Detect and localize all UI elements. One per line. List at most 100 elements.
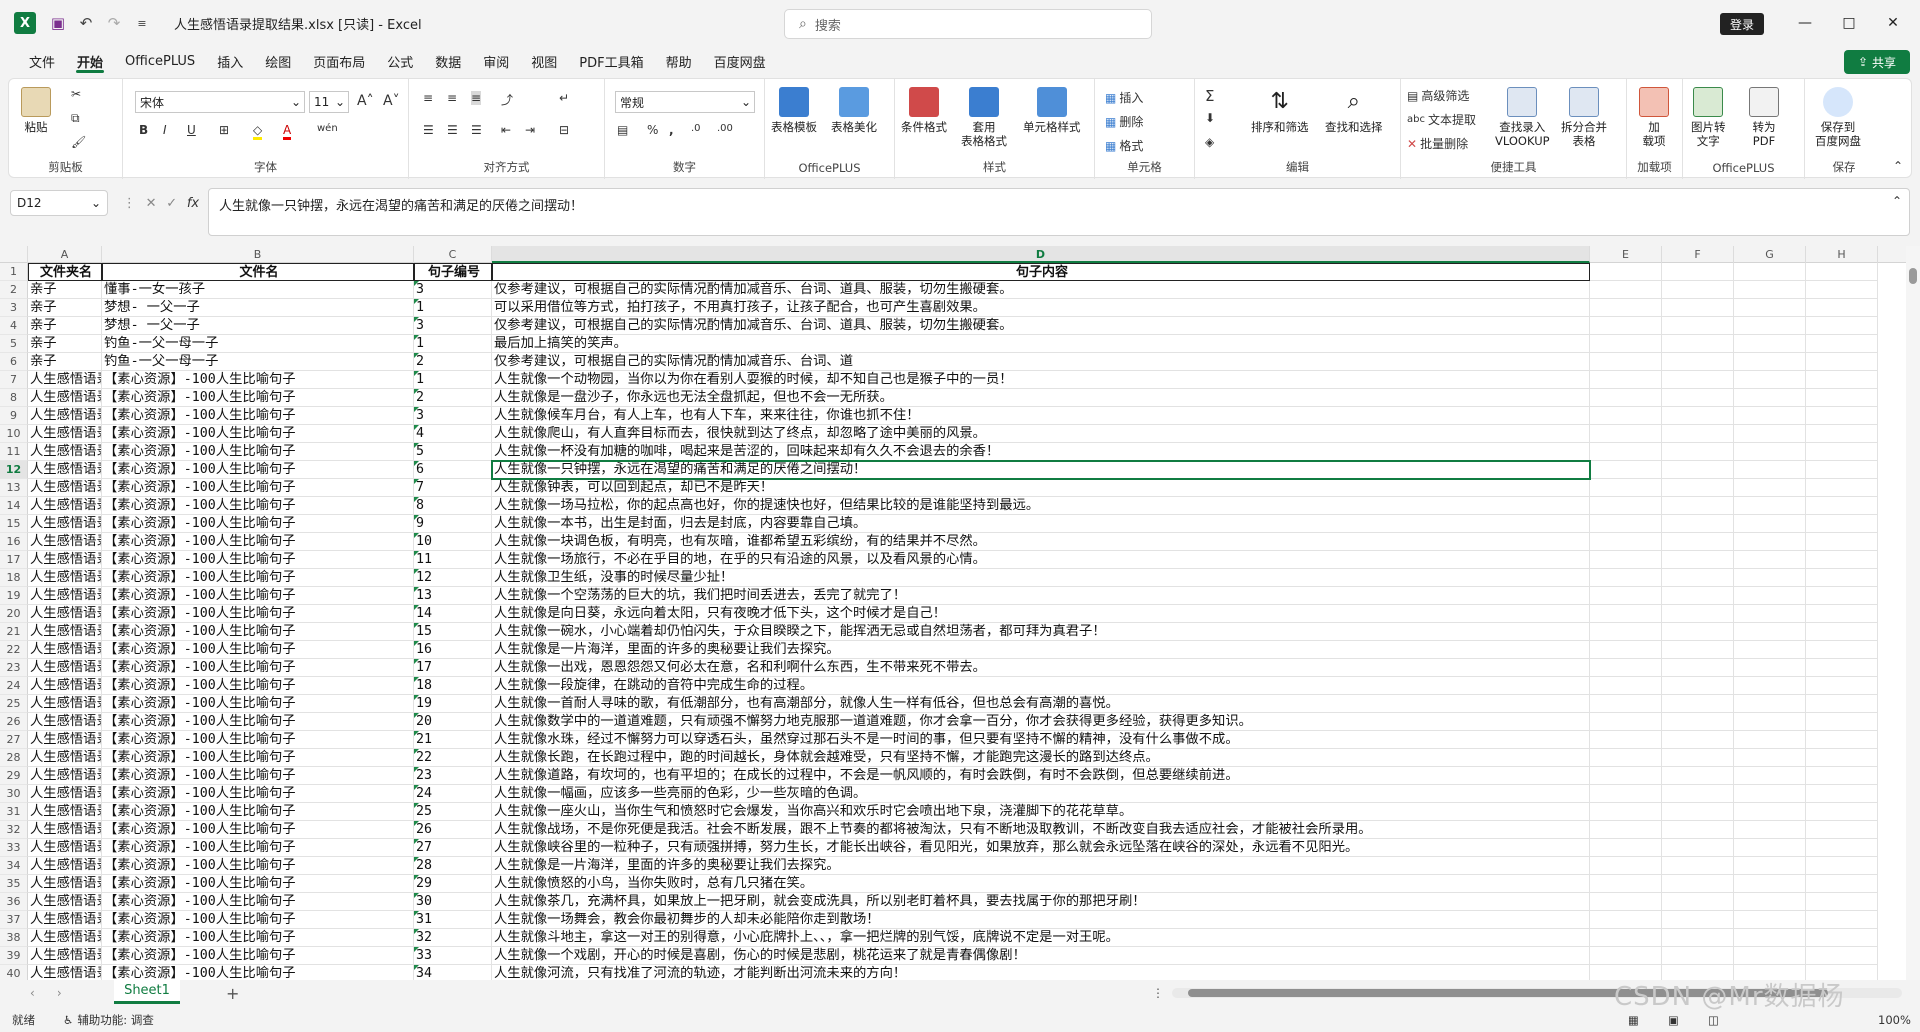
row-header[interactable]: 11 xyxy=(0,443,28,461)
row-header[interactable]: 10 xyxy=(0,425,28,443)
grid-cell[interactable]: 14 xyxy=(414,605,492,623)
grid-cell[interactable]: 人生就像一只钟摆，永远在渴望的痛苦和满足的厌倦之间摆动！ xyxy=(492,461,1590,479)
decrease-indent-icon[interactable]: ⇤ xyxy=(501,123,511,137)
grid-cell[interactable] xyxy=(1806,857,1878,875)
grid-cell[interactable]: 【素心资源】-100人生比喻句子 xyxy=(102,605,414,623)
more-options-icon[interactable]: ⋮ xyxy=(123,196,136,211)
share-button[interactable]: ⇪ 共享 xyxy=(1844,50,1910,74)
grid-cell[interactable]: 人生感悟语录 xyxy=(28,821,102,839)
cut-icon[interactable]: ✂ xyxy=(71,87,81,101)
grid-cell[interactable] xyxy=(1662,389,1734,407)
grid-cell[interactable]: 【素心资源】-100人生比喻句子 xyxy=(102,551,414,569)
grid-cell[interactable] xyxy=(1806,353,1878,371)
menu-tab-3[interactable]: 插入 xyxy=(206,46,254,76)
normal-view-icon[interactable]: ▦ xyxy=(1628,1013,1639,1027)
grid-cell[interactable] xyxy=(1806,389,1878,407)
autosum-icon[interactable]: Σ xyxy=(1205,87,1214,105)
grid-cell[interactable] xyxy=(1806,605,1878,623)
grid-cell[interactable] xyxy=(1662,605,1734,623)
header-cell[interactable] xyxy=(1662,263,1734,281)
grid-cell[interactable] xyxy=(1662,443,1734,461)
grid-cell[interactable]: 7 xyxy=(414,479,492,497)
grid-cell[interactable] xyxy=(1590,533,1662,551)
page-layout-icon[interactable]: ▣ xyxy=(1668,1013,1679,1027)
grid-cell[interactable]: 人生感悟语录 xyxy=(28,461,102,479)
clear-icon[interactable]: ◈ xyxy=(1205,135,1214,149)
grid-cell[interactable] xyxy=(1806,947,1878,965)
grid-cell[interactable] xyxy=(1734,731,1806,749)
grid-cell[interactable] xyxy=(1734,353,1806,371)
conditional-format-button[interactable]: 条件格式 xyxy=(901,87,947,134)
enter-icon[interactable]: ✓ xyxy=(166,196,177,211)
row-header[interactable]: 37 xyxy=(0,911,28,929)
grid-cell[interactable] xyxy=(1662,281,1734,299)
font-size-select[interactable]: 11 ⌄ xyxy=(309,91,349,113)
grid-cell[interactable] xyxy=(1590,911,1662,929)
menu-tab-6[interactable]: 公式 xyxy=(376,46,424,76)
row-header[interactable]: 39 xyxy=(0,947,28,965)
vertical-scrollbar[interactable] xyxy=(1906,246,1920,980)
grid-cell[interactable] xyxy=(1806,803,1878,821)
grid-cell[interactable] xyxy=(1590,731,1662,749)
grid-cell[interactable] xyxy=(1590,677,1662,695)
grid-cell[interactable]: 人生就像一杯没有加糖的咖啡，喝起来是苦涩的，回味起来却有久久不会退去的余香！ xyxy=(492,443,1590,461)
grid-cell[interactable]: 人生感悟语录 xyxy=(28,425,102,443)
row-header[interactable]: 35 xyxy=(0,875,28,893)
orientation-icon[interactable]: ⤴ xyxy=(501,91,513,108)
grid-cell[interactable]: 懂事-一女一孩子 xyxy=(102,281,414,299)
grid-cell[interactable]: 人生感悟语录 xyxy=(28,371,102,389)
select-all-corner[interactable] xyxy=(0,246,28,263)
grid-cell[interactable]: 最后加上搞笑的笑声。 xyxy=(492,335,1590,353)
grid-cell[interactable]: 人生感悟语录 xyxy=(28,965,102,980)
grid-cell[interactable]: 【素心资源】-100人生比喻句子 xyxy=(102,713,414,731)
grid-cell[interactable]: 人生就像一本书，出生是封面，归去是封底，内容要靠自己填。 xyxy=(492,515,1590,533)
grid-cell[interactable]: 【素心资源】-100人生比喻句子 xyxy=(102,857,414,875)
grid-cell[interactable] xyxy=(1662,749,1734,767)
search-box[interactable]: ⌕ 搜索 xyxy=(784,9,1152,39)
grid-cell[interactable]: 人生感悟语录 xyxy=(28,695,102,713)
grid-cell[interactable] xyxy=(1806,677,1878,695)
grid-cell[interactable]: 仅参考建议，可根据自己的实际情况酌情加减音乐、台词、道具、服装，切勿生搬硬套。 xyxy=(492,281,1590,299)
number-format-select[interactable]: 常规 ⌄ xyxy=(615,91,755,113)
row-header[interactable]: 26 xyxy=(0,713,28,731)
grid-cell[interactable] xyxy=(1590,713,1662,731)
wrap-text-icon[interactable]: ↵ xyxy=(559,91,569,105)
increase-font-icon[interactable]: A˄ xyxy=(357,93,374,109)
row-header[interactable]: 21 xyxy=(0,623,28,641)
grid-cell[interactable]: 【素心资源】-100人生比喻句子 xyxy=(102,461,414,479)
grid-cell[interactable]: 人生感悟语录 xyxy=(28,407,102,425)
grid-cell[interactable]: 2 xyxy=(414,389,492,407)
grid-cell[interactable]: 人生感悟语录 xyxy=(28,515,102,533)
font-name-select[interactable]: 宋体 ⌄ xyxy=(135,91,305,113)
grid-cell[interactable] xyxy=(1806,767,1878,785)
grid-cell[interactable]: 人生就像一个戏剧，开心的时候是喜剧，伤心的时候是悲剧，桃花运来了就是青春偶像剧！ xyxy=(492,947,1590,965)
row-header[interactable]: 2 xyxy=(0,281,28,299)
table-template-button[interactable]: 表格模板 xyxy=(771,87,817,134)
row-header[interactable]: 12 xyxy=(0,461,28,479)
grid-cell[interactable]: 人生就像战场，不是你死便是我活。社会不断发展，跟不上节奏的都将被淘汰，只有不断地… xyxy=(492,821,1590,839)
grid-cell[interactable] xyxy=(1590,497,1662,515)
grid-cell[interactable]: 【素心资源】-100人生比喻句子 xyxy=(102,407,414,425)
grid-cell[interactable] xyxy=(1734,857,1806,875)
grid-cell[interactable]: 【素心资源】-100人生比喻句子 xyxy=(102,389,414,407)
grid-cell[interactable]: 人生就像河流，只有找准了河流的轨迹，才能判断出河流未来的方向！ xyxy=(492,965,1590,980)
grid-cell[interactable]: 人生就像水珠，经过不懈努力可以穿透石头，虽然穿过那石头不是一时间的事，但只要有坚… xyxy=(492,731,1590,749)
grid-cell[interactable] xyxy=(1806,785,1878,803)
grid-cell[interactable] xyxy=(1662,317,1734,335)
header-cell[interactable]: 句子内容 xyxy=(492,263,1590,281)
grid-cell[interactable] xyxy=(1662,821,1734,839)
grid-cell[interactable]: 人生感悟语录 xyxy=(28,623,102,641)
grid-cell[interactable]: 【素心资源】-100人生比喻句子 xyxy=(102,425,414,443)
grid-cell[interactable] xyxy=(1662,911,1734,929)
fill-icon[interactable]: ⬇ xyxy=(1205,111,1215,125)
row-header[interactable]: 4 xyxy=(0,317,28,335)
grid-cell[interactable]: 仅参考建议，可根据自己的实际情况酌情加减音乐、台词、道 xyxy=(492,353,1590,371)
grid-cell[interactable] xyxy=(1590,821,1662,839)
grid-cell[interactable]: 【素心资源】-100人生比喻句子 xyxy=(102,443,414,461)
grid-cell[interactable]: 人生就像钟表，可以回到起点，却已不是昨天！ xyxy=(492,479,1590,497)
accounting-icon[interactable]: ▤ xyxy=(617,123,628,137)
grid-cell[interactable] xyxy=(1806,929,1878,947)
grid-cell[interactable] xyxy=(1662,677,1734,695)
column-header-a[interactable]: A xyxy=(28,246,102,263)
vertical-scroll-thumb[interactable] xyxy=(1909,268,1917,284)
